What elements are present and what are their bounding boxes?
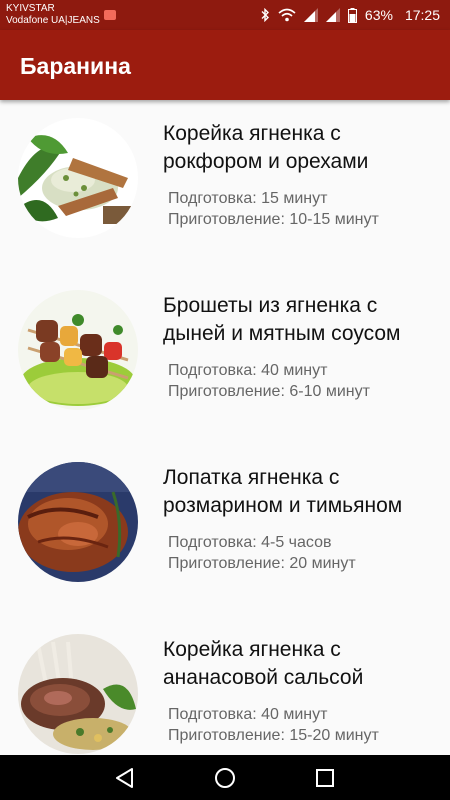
signal-icon: [325, 8, 340, 22]
recipe-title: Корейка ягненка с ананасовой сальсой: [163, 638, 364, 689]
recipe-times: Подготовка: 4-5 часов Приготовление: 20 …: [168, 532, 356, 574]
recipe-photo: [18, 118, 138, 238]
signal-icon: [303, 8, 318, 22]
cook-time: Приготовление: 6-10 минут: [168, 383, 370, 400]
recipe-photo: [18, 634, 138, 754]
carrier-1: KYIVSTAR: [6, 3, 55, 14]
clock: 17:25: [404, 7, 440, 23]
back-button[interactable]: [113, 766, 137, 790]
carrier-info: KYIVSTAR Vodafone UA|JEANS: [6, 3, 116, 27]
battery-icon: [347, 7, 357, 23]
cook-time: Приготовление: 15-20 минут: [168, 727, 379, 744]
page-title: Баранина: [20, 53, 131, 79]
prep-time: Подготовка: 40 минут: [168, 706, 328, 723]
recents-button[interactable]: [313, 766, 337, 790]
back-icon: [116, 768, 133, 788]
recipe-item[interactable]: Брошеты из ягненка с дыней и мятным соус…: [0, 272, 450, 442]
wifi-icon: [278, 8, 296, 22]
recipe-title: Лопатка ягненка с розмарином и тимьяном: [163, 466, 403, 517]
recipe-photo: [18, 462, 138, 582]
bluetooth-icon: [261, 8, 269, 22]
navigation-bar: [0, 755, 450, 800]
cook-time: Приготовление: 20 минут: [168, 555, 356, 572]
home-icon: [215, 768, 235, 788]
app-bar: Баранина: [0, 30, 450, 100]
home-button[interactable]: [213, 766, 237, 790]
recipe-item[interactable]: Корейка ягненка с ананасовой сальсой Под…: [0, 616, 450, 755]
cook-time: Приготовление: 10-15 минут: [168, 211, 379, 228]
status-bar: KYIVSTAR Vodafone UA|JEANS 63% 17:25: [0, 0, 450, 30]
recipe-title: Брошеты из ягненка с дыней и мятным соус…: [163, 294, 401, 345]
recipe-item[interactable]: Лопатка ягненка с розмарином и тимьяном …: [0, 444, 450, 614]
carrier-2: Vodafone UA|JEANS: [6, 15, 100, 26]
prep-time: Подготовка: 15 минут: [168, 190, 328, 207]
recipe-times: Подготовка: 40 минут Приготовление: 6-10…: [168, 360, 370, 402]
recipe-times: Подготовка: 15 минут Приготовление: 10-1…: [168, 188, 379, 230]
recipe-list[interactable]: Корейка ягненка с рокфором и орехами Под…: [0, 100, 450, 755]
battery-percent: 63%: [364, 7, 393, 23]
recipe-title: Корейка ягненка с рокфором и орехами: [163, 122, 369, 173]
status-icons: 63% 17:25: [260, 7, 440, 23]
prep-time: Подготовка: 4-5 часов: [168, 534, 332, 551]
prep-time: Подготовка: 40 минут: [168, 362, 328, 379]
recipe-item[interactable]: Корейка ягненка с рокфором и орехами Под…: [0, 100, 450, 270]
recents-icon: [316, 769, 334, 787]
sim-notification-icon: [103, 10, 116, 20]
recipe-times: Подготовка: 40 минут Приготовление: 15-2…: [168, 704, 379, 746]
recipe-photo: [18, 290, 138, 410]
